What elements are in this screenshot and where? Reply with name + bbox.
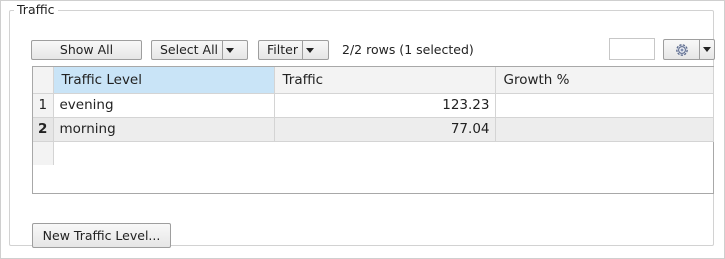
group-title: Traffic — [17, 2, 55, 17]
empty-cell — [495, 141, 713, 165]
chevron-down-icon — [305, 47, 314, 53]
row-number[interactable]: 1 — [33, 93, 54, 118]
table-row[interactable]: 2 morning 77.04 — [33, 117, 714, 142]
corner-cell[interactable] — [33, 67, 54, 94]
filter-label: Filter — [267, 42, 298, 57]
gear-icon — [664, 40, 699, 59]
new-traffic-level-label: New Traffic Level... — [42, 228, 161, 243]
filter-button[interactable]: Filter — [258, 40, 329, 60]
column-header-traffic[interactable]: Traffic — [274, 67, 496, 94]
growth-cell[interactable] — [495, 117, 714, 142]
column-header-traffic-level[interactable]: Traffic Level — [53, 67, 275, 94]
quick-search-box[interactable] — [609, 38, 655, 60]
show-all-label: Show All — [59, 42, 114, 57]
select-all-button[interactable]: Select All — [151, 40, 248, 60]
select-all-label: Select All — [160, 42, 219, 57]
traffic-level-cell[interactable]: evening — [53, 93, 275, 118]
empty-cell — [53, 141, 274, 165]
chevron-down-icon — [703, 47, 711, 52]
traffic-table: Traffic Level Traffic Growth % 1 evening… — [32, 66, 714, 194]
traffic-level-cell[interactable]: morning — [53, 117, 275, 142]
show-all-button[interactable]: Show All — [31, 40, 142, 60]
traffic-cell[interactable]: 77.04 — [274, 117, 496, 142]
row-count-status: 2/2 rows (1 selected) — [342, 42, 474, 57]
empty-cell — [274, 141, 495, 165]
filter-dropdown[interactable] — [301, 41, 317, 59]
empty-row-number — [33, 141, 54, 165]
settings-dropdown[interactable] — [699, 40, 714, 59]
settings-button[interactable] — [663, 39, 715, 60]
select-all-dropdown[interactable] — [222, 41, 237, 59]
chevron-down-icon — [226, 47, 235, 53]
empty-row — [33, 141, 713, 165]
traffic-cell[interactable]: 123.23 — [274, 93, 496, 118]
table-row[interactable]: 1 evening 123.23 — [33, 93, 714, 118]
row-number[interactable]: 2 — [33, 117, 54, 142]
new-traffic-level-button[interactable]: New Traffic Level... — [32, 223, 171, 248]
table-toolbar: Show All Select All Filter 2/2 rows (1 s… — [31, 38, 715, 62]
growth-cell[interactable] — [495, 93, 714, 118]
column-header-growth[interactable]: Growth % — [495, 67, 714, 94]
